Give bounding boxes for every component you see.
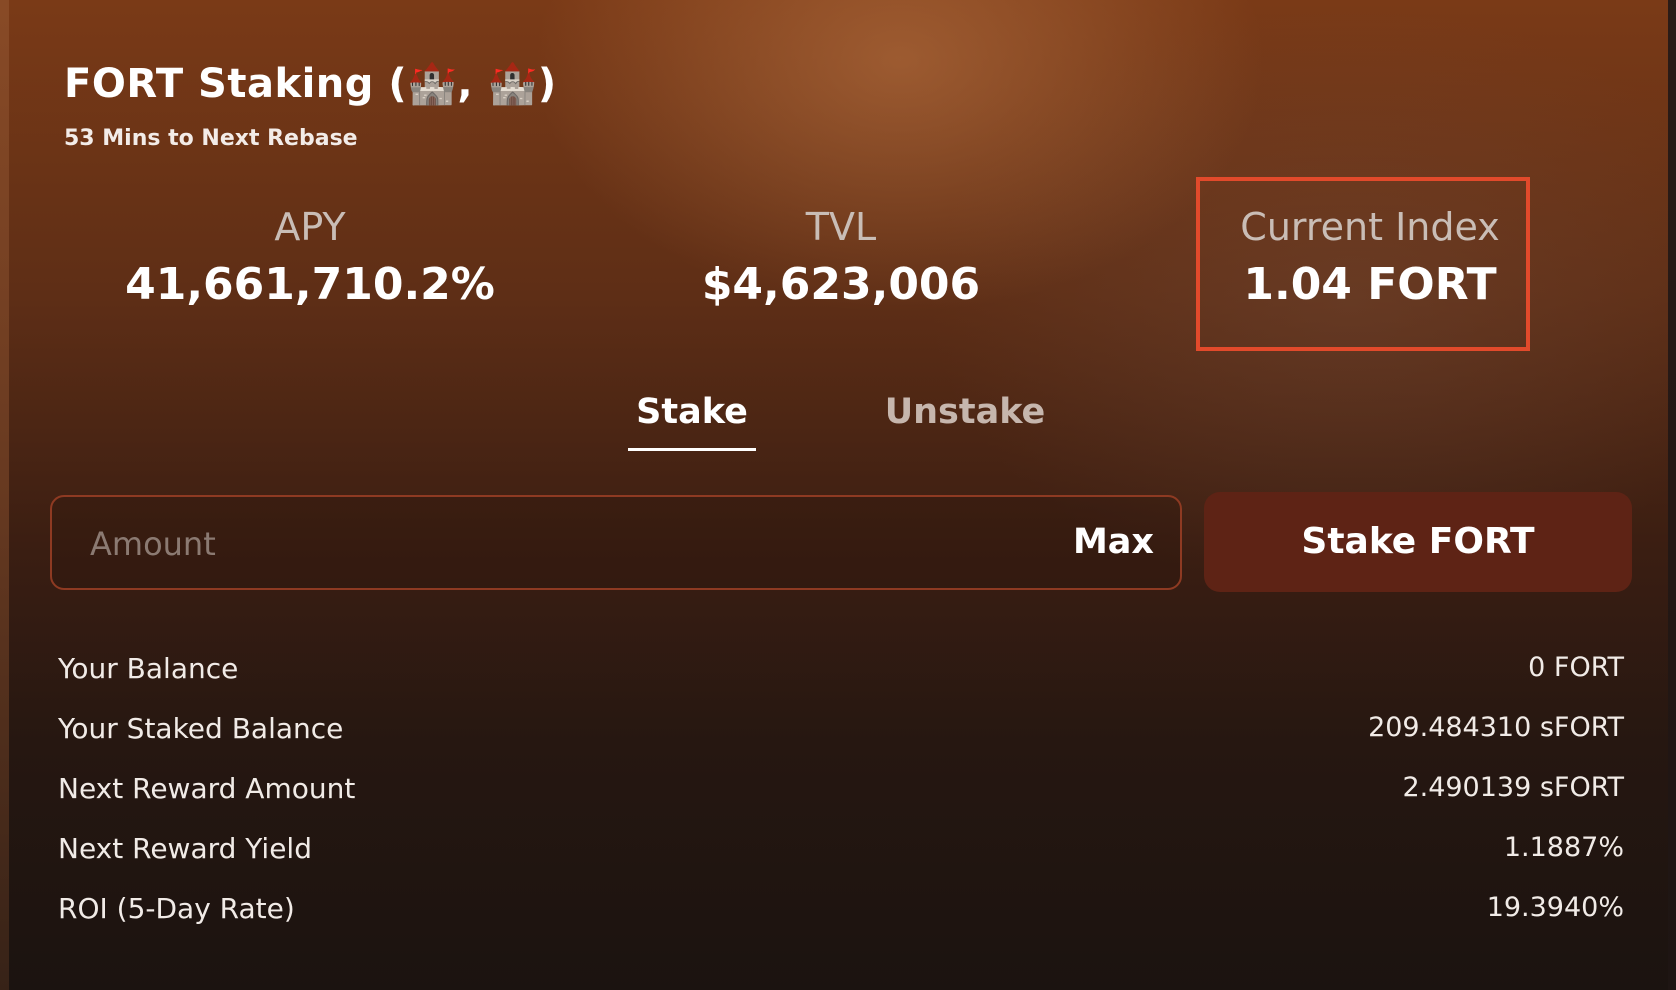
- detail-label: Next Reward Yield: [58, 832, 312, 865]
- amount-input[interactable]: [88, 497, 992, 590]
- panel-edge-left: [0, 0, 9, 990]
- detail-row-next-reward-yield: Next Reward Yield 1.1887%: [58, 832, 1624, 872]
- stake-fort-button[interactable]: Stake FORT: [1204, 492, 1632, 592]
- stat-tvl: TVL $4,623,006: [631, 205, 1051, 310]
- tab-unstake[interactable]: Unstake: [880, 392, 1050, 432]
- stat-current-index-value: 1.04 FORT: [1243, 259, 1497, 310]
- detail-label: Next Reward Amount: [58, 772, 356, 805]
- page-title: FORT Staking (🏰, 🏰): [64, 61, 557, 107]
- amount-field-container: Max: [50, 495, 1182, 590]
- stat-apy: APY 41,661,710.2%: [100, 205, 520, 310]
- detail-label: ROI (5-Day Rate): [58, 892, 295, 925]
- staking-panel: FORT Staking (🏰, 🏰) 53 Mins to Next Reba…: [0, 0, 1676, 990]
- stat-apy-label: APY: [274, 205, 346, 249]
- stat-current-index-label: Current Index: [1240, 205, 1500, 249]
- stat-tvl-label: TVL: [805, 205, 877, 249]
- detail-row-balance: Your Balance 0 FORT: [58, 652, 1624, 692]
- stat-tvl-value: $4,623,006: [701, 259, 981, 310]
- detail-value: 209.484310 sFORT: [1368, 712, 1624, 743]
- detail-value: 1.1887%: [1503, 832, 1624, 863]
- stat-current-index: Current Index 1.04 FORT: [1160, 205, 1580, 310]
- panel-edge-right: [1668, 0, 1676, 990]
- max-button[interactable]: Max: [1073, 497, 1154, 588]
- detail-value: 0 FORT: [1528, 652, 1624, 683]
- detail-row-roi: ROI (5-Day Rate) 19.3940%: [58, 892, 1624, 932]
- detail-row-staked-balance: Your Staked Balance 209.484310 sFORT: [58, 712, 1624, 752]
- detail-value: 2.490139 sFORT: [1402, 772, 1624, 803]
- stat-apy-value: 41,661,710.2%: [125, 259, 495, 310]
- tab-stake-underline: [628, 448, 756, 451]
- tab-stake[interactable]: Stake: [628, 392, 756, 432]
- detail-label: Your Staked Balance: [58, 712, 344, 745]
- detail-row-next-reward-amount: Next Reward Amount 2.490139 sFORT: [58, 772, 1624, 812]
- detail-label: Your Balance: [58, 652, 239, 685]
- rebase-countdown: 53 Mins to Next Rebase: [64, 126, 358, 151]
- detail-value: 19.3940%: [1486, 892, 1624, 923]
